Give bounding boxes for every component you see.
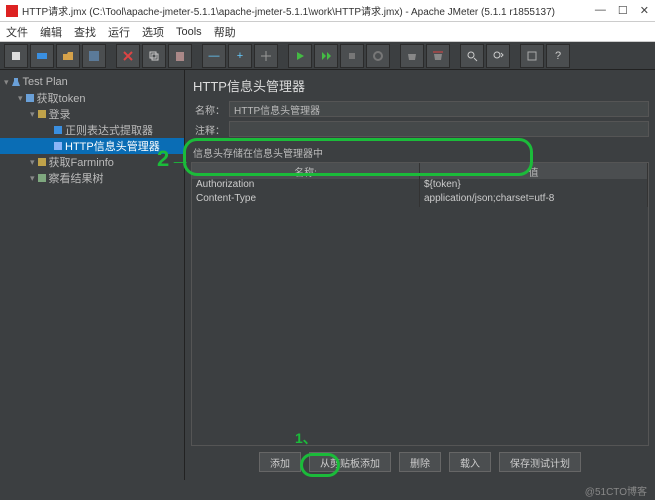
toggle-button[interactable]: [254, 44, 278, 68]
panel-title: HTTP信息头管理器: [191, 76, 649, 95]
template-button[interactable]: [30, 44, 54, 68]
menu-edit[interactable]: 编辑: [40, 24, 62, 40]
table-header: 名称: 值: [192, 163, 648, 179]
col-name: 名称:: [192, 163, 420, 179]
beaker-icon: [11, 77, 21, 87]
watermark: @51CTO博客: [585, 483, 647, 498]
cell-value[interactable]: application/json;charset=utf-8: [420, 193, 648, 207]
start-button[interactable]: [288, 44, 312, 68]
tree-item[interactable]: HTTP信息头管理器: [0, 138, 184, 154]
col-value: 值: [420, 163, 648, 179]
cell-name[interactable]: Authorization: [192, 179, 420, 193]
copy-button[interactable]: [142, 44, 166, 68]
tree-item[interactable]: ▾获取Farminfo: [0, 154, 184, 170]
comment-input[interactable]: [229, 121, 649, 137]
add-button[interactable]: 添加: [259, 452, 301, 472]
delete-button[interactable]: 删除: [399, 452, 441, 472]
open-button[interactable]: [56, 44, 80, 68]
table-row[interactable]: Content-Typeapplication/json;charset=utf…: [192, 193, 648, 207]
name-label: 名称：: [191, 102, 225, 117]
main-area: ▾ Test Plan ▾获取token▾登录正则表达式提取器HTTP信息头管理…: [0, 70, 655, 480]
tree-item-label: 登录: [49, 106, 71, 122]
menu-options[interactable]: 选项: [142, 24, 164, 40]
collapse-button[interactable]: +: [228, 44, 252, 68]
table-row[interactable]: Authorization${token}: [192, 179, 648, 193]
tree-root[interactable]: ▾ Test Plan: [0, 74, 184, 90]
start-no-pause-button[interactable]: [314, 44, 338, 68]
reset-search-button[interactable]: [486, 44, 510, 68]
shutdown-button[interactable]: [366, 44, 390, 68]
title-bar: HTTP请求.jmx (C:\Tool\apache-jmeter-5.1.1\…: [0, 0, 655, 22]
listener-icon: [37, 173, 47, 183]
paste-button[interactable]: [168, 44, 192, 68]
close-button[interactable]: ✕: [640, 4, 649, 17]
cell-name[interactable]: Content-Type: [192, 193, 420, 207]
test-plan-tree[interactable]: ▾ Test Plan ▾获取token▾登录正则表达式提取器HTTP信息头管理…: [0, 70, 185, 480]
new-button[interactable]: [4, 44, 28, 68]
menu-find[interactable]: 查找: [74, 24, 96, 40]
add-from-clipboard-button[interactable]: 从剪贴板添加: [309, 452, 391, 472]
sampler-icon: [37, 157, 47, 167]
expand-button[interactable]: —: [202, 44, 226, 68]
headers-table[interactable]: 名称: 值 Authorization${token}Content-Typea…: [191, 162, 649, 446]
window-title: HTTP请求.jmx (C:\Tool\apache-jmeter-5.1.1\…: [22, 3, 555, 18]
cell-value[interactable]: ${token}: [420, 179, 648, 193]
tree-item-label: 正则表达式提取器: [65, 122, 153, 138]
toolbar: — + ?: [0, 42, 655, 70]
comment-label: 注释：: [191, 122, 225, 137]
load-button[interactable]: 载入: [449, 452, 491, 472]
section-label: 信息头存储在信息头管理器中: [193, 145, 649, 160]
app-icon: [6, 5, 18, 17]
maximize-button[interactable]: ☐: [618, 4, 628, 17]
tree-item-label: HTTP信息头管理器: [65, 138, 160, 154]
tree-item-label: 获取token: [37, 90, 86, 106]
search-button[interactable]: [460, 44, 484, 68]
cut-button[interactable]: [116, 44, 140, 68]
menu-tools[interactable]: Tools: [176, 26, 202, 38]
menu-file[interactable]: 文件: [6, 24, 28, 40]
tree-item[interactable]: ▾登录: [0, 106, 184, 122]
name-input[interactable]: [229, 101, 649, 117]
minimize-button[interactable]: —: [595, 4, 606, 17]
clear-all-button[interactable]: [426, 44, 450, 68]
header-mgr-icon: [53, 141, 63, 151]
window-controls: — ☐ ✕: [595, 4, 649, 17]
menu-run[interactable]: 运行: [108, 24, 130, 40]
menu-bar: 文件 编辑 查找 运行 选项 Tools 帮助: [0, 22, 655, 42]
table-body[interactable]: Authorization${token}Content-Typeapplica…: [192, 179, 648, 445]
stop-button[interactable]: [340, 44, 364, 68]
config-panel: HTTP信息头管理器 名称： 注释： 信息头存储在信息头管理器中 名称: 值 A…: [185, 70, 655, 480]
save-button[interactable]: [82, 44, 106, 68]
tree-item-label: 察看结果树: [49, 170, 104, 186]
function-helper-button[interactable]: [520, 44, 544, 68]
thread-group-icon: [25, 93, 35, 103]
tree-item[interactable]: ▾察看结果树: [0, 170, 184, 186]
tree-item[interactable]: 正则表达式提取器: [0, 122, 184, 138]
clear-button[interactable]: [400, 44, 424, 68]
tree-item-label: 获取Farminfo: [49, 154, 114, 170]
sampler-icon: [37, 109, 47, 119]
tree-root-label: Test Plan: [23, 76, 68, 88]
button-row: 添加 从剪贴板添加 删除 载入 保存测试计划: [191, 446, 649, 474]
save-plan-button[interactable]: 保存测试计划: [499, 452, 581, 472]
tree-item[interactable]: ▾获取token: [0, 90, 184, 106]
help-button[interactable]: ?: [546, 44, 570, 68]
menu-help[interactable]: 帮助: [214, 24, 236, 40]
extractor-icon: [53, 125, 63, 135]
